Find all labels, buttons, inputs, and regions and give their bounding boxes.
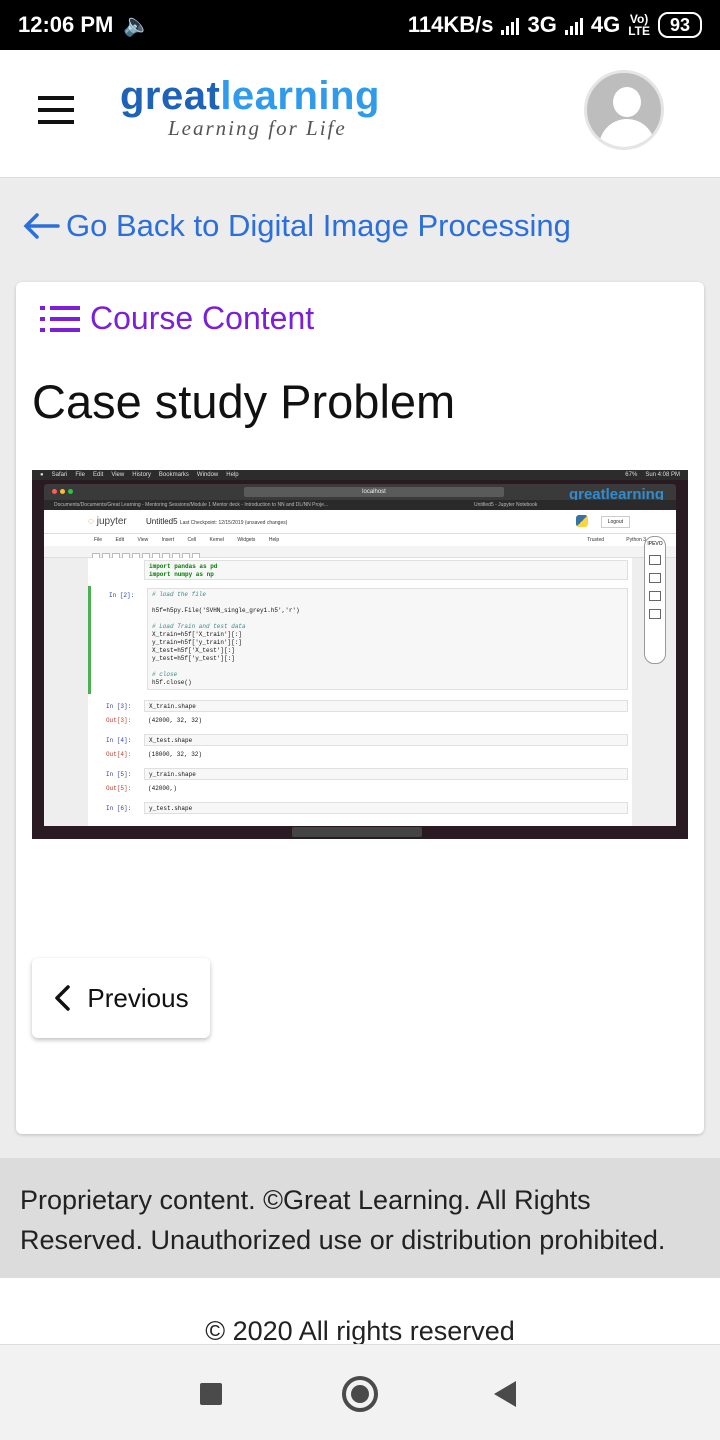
safari-toolbar: localhost greatlearning	[44, 484, 676, 503]
arrow-left-icon	[23, 213, 60, 239]
home-button[interactable]	[342, 1376, 378, 1412]
status-bar: 12:06 PM 🔈 114KB/s 3G 4G Vo) LTE 93	[0, 0, 720, 50]
previous-button[interactable]: Previous	[32, 958, 210, 1038]
jupyter-header: ◌ jupyter Untitled5 Last Checkpoint: 12/…	[44, 510, 676, 534]
network-speed: 114KB/s	[407, 12, 494, 37]
safari-tabs: Documents/Documents/Great Learning - Men…	[44, 500, 676, 510]
back-button[interactable]	[494, 1381, 516, 1407]
status-time: 12:06 PM	[18, 12, 114, 37]
signal-icon-2	[564, 15, 583, 35]
jupyter-menu: File Edit View Insert Cell Kernel Widget…	[44, 534, 676, 546]
back-link-label: Go Back to Digital Image Processing	[66, 208, 571, 243]
notebook-cell: import pandas as pd import numpy as np	[88, 560, 632, 582]
great-learning-logo[interactable]: greatlearning Learning for Life	[120, 72, 380, 141]
previous-button-label: Previous	[87, 982, 189, 1013]
mac-dock	[292, 827, 422, 837]
status-time-group: 12:06 PM 🔈	[18, 12, 151, 38]
notebook-cells: import pandas as pd import numpy as np I…	[88, 558, 632, 826]
notebook-cell: In [4]: X_test.shape Out[4]: (18000, 32,…	[88, 734, 632, 762]
page-title: Case study Problem	[32, 375, 456, 428]
notebook-cell: In [3]: X_train.shape Out[3]: (42000, 32…	[88, 700, 632, 728]
list-icon	[38, 302, 82, 336]
page-footer: © 2020 All rights reserved	[0, 1278, 720, 1344]
notebook-cell: In [5]: y_train.shape Out[5]: (42000,)	[88, 768, 632, 796]
user-avatar[interactable]	[584, 70, 664, 150]
notebook-cell-selected: In [2]: # load the file h5f=h5py.File('S…	[88, 586, 632, 694]
jupyter-toolbar	[44, 546, 676, 559]
apple-icon: ●	[40, 472, 44, 478]
recents-button[interactable]	[200, 1383, 222, 1405]
hamburger-menu-icon[interactable]	[38, 96, 74, 124]
android-nav-bar	[0, 1344, 720, 1440]
battery-indicator: 93	[657, 12, 702, 38]
course-content-link[interactable]: Course Content	[38, 300, 314, 337]
notebook-title: Untitled5 Last Checkpoint: 12/15/2019 (u…	[146, 517, 288, 526]
volume-icon: 🔈	[123, 12, 151, 37]
chevron-left-icon	[55, 985, 71, 1011]
safari-url: localhost	[244, 487, 504, 497]
volte-indicator: Vo) LTE	[628, 12, 650, 38]
network-type-2: 4G	[590, 12, 621, 37]
back-link[interactable]: Go Back to Digital Image Processing	[22, 208, 571, 244]
proprietary-notice: Proprietary content. ©Great Learning. Al…	[0, 1158, 720, 1278]
signal-icon	[501, 15, 520, 35]
content-card: Course Content Case study Problem ● Safa…	[16, 282, 704, 1134]
python-icon	[576, 515, 588, 527]
status-right-group: 114KB/s 3G 4G Vo) LTE 93	[408, 12, 702, 38]
jupyter-logo: ◌ jupyter	[88, 516, 127, 527]
network-type-1: 3G	[527, 12, 557, 37]
jupyter-window: ◌ jupyter Untitled5 Last Checkpoint: 12/…	[44, 510, 676, 826]
lesson-screenshot-image: ● Safari File Edit View History Bookmark…	[32, 470, 688, 839]
mac-menu-bar: ● Safari File Edit View History Bookmark…	[32, 470, 688, 480]
notebook-cell: In [6]: y_test.shape	[88, 802, 632, 822]
ipevo-toolbar: IPEVO	[644, 536, 666, 664]
copyright-text: © 2020 All rights reserved	[205, 1316, 515, 1344]
course-content-label: Course Content	[90, 300, 315, 336]
jupyter-logout: Logout	[600, 516, 630, 528]
app-header: greatlearning Learning for Life	[0, 50, 720, 178]
